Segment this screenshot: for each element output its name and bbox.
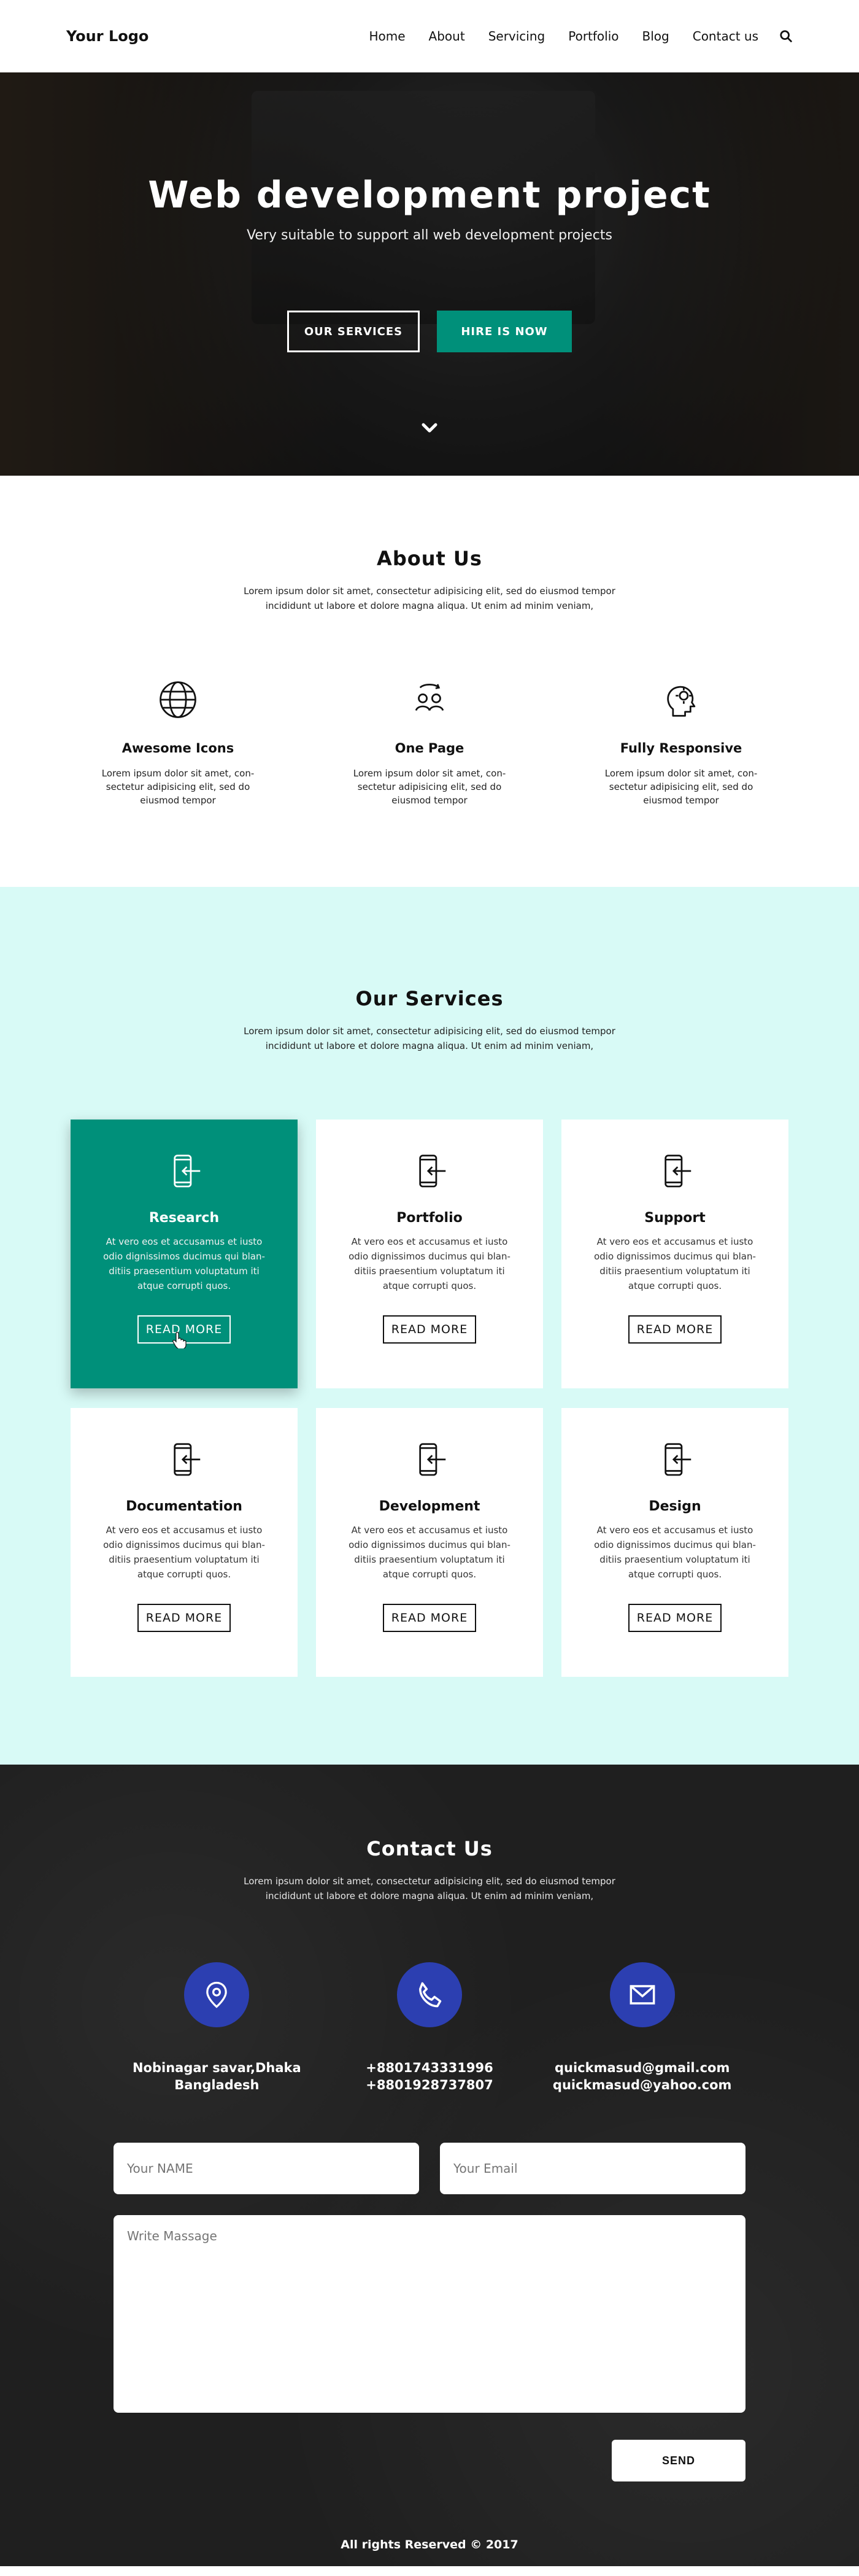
about-features: Awesome Icons Lorem ipsum dolor sit amet… (0, 678, 859, 807)
feature-awesome-icons: Awesome Icons Lorem ipsum dolor sit amet… (86, 678, 270, 807)
service-card-research[interactable]: Research At vero eos et accusamus et ius… (71, 1120, 298, 1388)
feature-text: Lorem ipsum dolor sit amet, con-sectetur… (604, 768, 758, 806)
form-row (114, 2143, 745, 2194)
read-more-button[interactable]: READ MORE (137, 1604, 231, 1632)
about-description: Lorem ipsum dolor sit amet, consectetur … (244, 586, 615, 611)
address-line-1: Nobinagar savar,Dhaka (132, 2060, 301, 2075)
service-card-support[interactable]: Support At vero eos et accusamus et iust… (561, 1120, 788, 1388)
location-icon-circle (184, 1962, 250, 2027)
service-card-design[interactable]: Design At vero eos et accusamus et iusto… (561, 1408, 788, 1677)
feature-fully-responsive: Fully Responsive Lorem ipsum dolor sit a… (589, 678, 773, 807)
service-card-title: Design (649, 1499, 701, 1514)
feature-text: Lorem ipsum dolor sit amet, con-sectetur… (353, 768, 506, 806)
search-icon[interactable] (779, 29, 793, 43)
nav-blog[interactable]: Blog (642, 29, 669, 44)
contact-section: Contact Us Lorem ipsum dolor sit amet, c… (0, 1765, 859, 2566)
feature-title: Awesome Icons (121, 741, 234, 756)
mobile-arrow-icon (174, 1155, 201, 1188)
location-pin-icon (206, 1981, 228, 2008)
name-input[interactable] (114, 2143, 419, 2194)
address-line-2: Bangladesh (174, 2078, 260, 2092)
hero-subtitle: Very suitable to support all web develop… (247, 228, 612, 243)
about-title: About Us (377, 547, 482, 570)
contact-form: SEND (114, 2143, 745, 2481)
nav-home[interactable]: Home (369, 29, 405, 44)
phone-line-2[interactable]: +8801928737807 (323, 2076, 536, 2094)
service-card-text: At vero eos et accusamus et iusto odio d… (349, 1525, 510, 1580)
feature-title: One Page (395, 741, 464, 756)
send-button[interactable]: SEND (612, 2440, 745, 2481)
hero-title: Web development project (148, 174, 711, 217)
nav-contact[interactable]: Contact us (693, 29, 758, 44)
feature-one-page: One Page Lorem ipsum dolor sit amet, con… (337, 678, 522, 807)
service-card-title: Documentation (126, 1499, 242, 1514)
contact-infos: Nobinagar savar,Dhaka Bangladesh +880174… (0, 1962, 859, 2094)
phone-icon (419, 1982, 442, 2008)
feature-text: Lorem ipsum dolor sit amet, con-sectetur… (101, 768, 255, 806)
contact-email: quickmasud@gmail.com quickmasud@yahoo.co… (536, 1962, 749, 2094)
address-lines: Nobinagar savar,Dhaka Bangladesh (110, 2059, 323, 2094)
read-more-button[interactable]: READ MORE (382, 1604, 477, 1632)
service-card-title: Development (379, 1499, 480, 1514)
services-description: Lorem ipsum dolor sit amet, consectetur … (244, 1026, 615, 1051)
phone-lines: +8801743331996 +8801928737807 (323, 2059, 536, 2094)
read-more-button[interactable]: READ MORE (137, 1315, 231, 1348)
our-services-button[interactable]: OUR SERVICES (287, 311, 420, 352)
about-section: About Us Lorem ipsum dolor sit amet, con… (0, 476, 859, 887)
email-line-2[interactable]: quickmasud@yahoo.com (536, 2076, 749, 2094)
mail-icon-circle (609, 1962, 675, 2027)
hand-cursor-icon (172, 1332, 187, 1348)
nav-portfolio[interactable]: Portfolio (568, 29, 618, 44)
contact-description: Lorem ipsum dolor sit amet, consectetur … (244, 1876, 615, 1901)
service-card-text: At vero eos et accusamus et iusto odio d… (594, 1236, 756, 1291)
services-grid: Research At vero eos et accusamus et ius… (0, 1120, 859, 1677)
mail-icon (630, 1985, 655, 2005)
hire-now-button[interactable]: HIRE IS NOW (437, 311, 572, 352)
service-card-text: At vero eos et accusamus et iusto odio d… (103, 1236, 265, 1291)
email-lines: quickmasud@gmail.com quickmasud@yahoo.co… (536, 2059, 749, 2094)
service-card-title: Portfolio (396, 1210, 463, 1226)
email-line-1[interactable]: quickmasud@gmail.com (536, 2059, 749, 2076)
mobile-arrow-icon (664, 1443, 691, 1476)
contact-address: Nobinagar savar,Dhaka Bangladesh (110, 1962, 323, 2094)
mobile-arrow-icon (664, 1155, 691, 1188)
phone-line-1[interactable]: +8801743331996 (323, 2059, 536, 2076)
message-textarea[interactable] (114, 2215, 745, 2413)
service-card-documentation[interactable]: Documentation At vero eos et accusamus e… (71, 1408, 298, 1677)
service-card-title: Support (644, 1210, 706, 1226)
copyright: All rights Reserved © 2017 (341, 2538, 518, 2551)
globe-icon (160, 681, 196, 718)
services-section: Our Services Lorem ipsum dolor sit amet,… (0, 887, 859, 1765)
service-card-text: At vero eos et accusamus et iusto odio d… (594, 1525, 756, 1580)
contact-inner: Contact Us Lorem ipsum dolor sit amet, c… (0, 1837, 859, 2551)
read-more-button[interactable]: READ MORE (628, 1315, 722, 1344)
nav-about[interactable]: About (429, 29, 465, 44)
logo[interactable]: Your Logo (66, 28, 148, 45)
email-input[interactable] (440, 2143, 745, 2194)
nav-servicing[interactable]: Servicing (488, 29, 545, 44)
main-nav: Home About Servicing Portfolio Blog Cont… (345, 29, 793, 44)
mobile-arrow-icon (419, 1443, 446, 1476)
service-card-text: At vero eos et accusamus et iusto odio d… (349, 1236, 510, 1291)
services-title: Our Services (355, 987, 504, 1010)
site-header: Your Logo Home About Servicing Portfolio… (0, 0, 859, 72)
chevron-down-icon[interactable] (417, 416, 442, 441)
hero-content: Web development project Very suitable to… (0, 174, 859, 352)
mobile-arrow-icon (419, 1155, 446, 1188)
hero-section: Web development project Very suitable to… (0, 72, 859, 476)
head-gear-icon (667, 686, 696, 717)
service-card-portfolio[interactable]: Portfolio At vero eos et accusamus et iu… (316, 1120, 543, 1388)
service-card-title: Research (148, 1210, 220, 1226)
contact-phone: +8801743331996 +8801928737807 (323, 1962, 536, 2094)
mobile-arrow-icon (174, 1443, 201, 1476)
users-sync-icon (415, 684, 444, 711)
phone-icon-circle (397, 1962, 462, 2027)
service-card-development[interactable]: Development At vero eos et accusamus et … (316, 1408, 543, 1677)
read-more-button[interactable]: READ MORE (628, 1604, 722, 1632)
feature-title: Fully Responsive (620, 741, 742, 756)
hero-buttons: OUR SERVICES HIRE IS NOW (0, 311, 859, 352)
service-card-text: At vero eos et accusamus et iusto odio d… (103, 1525, 265, 1580)
read-more-button[interactable]: READ MORE (382, 1315, 477, 1344)
contact-title: Contact Us (366, 1837, 493, 1860)
